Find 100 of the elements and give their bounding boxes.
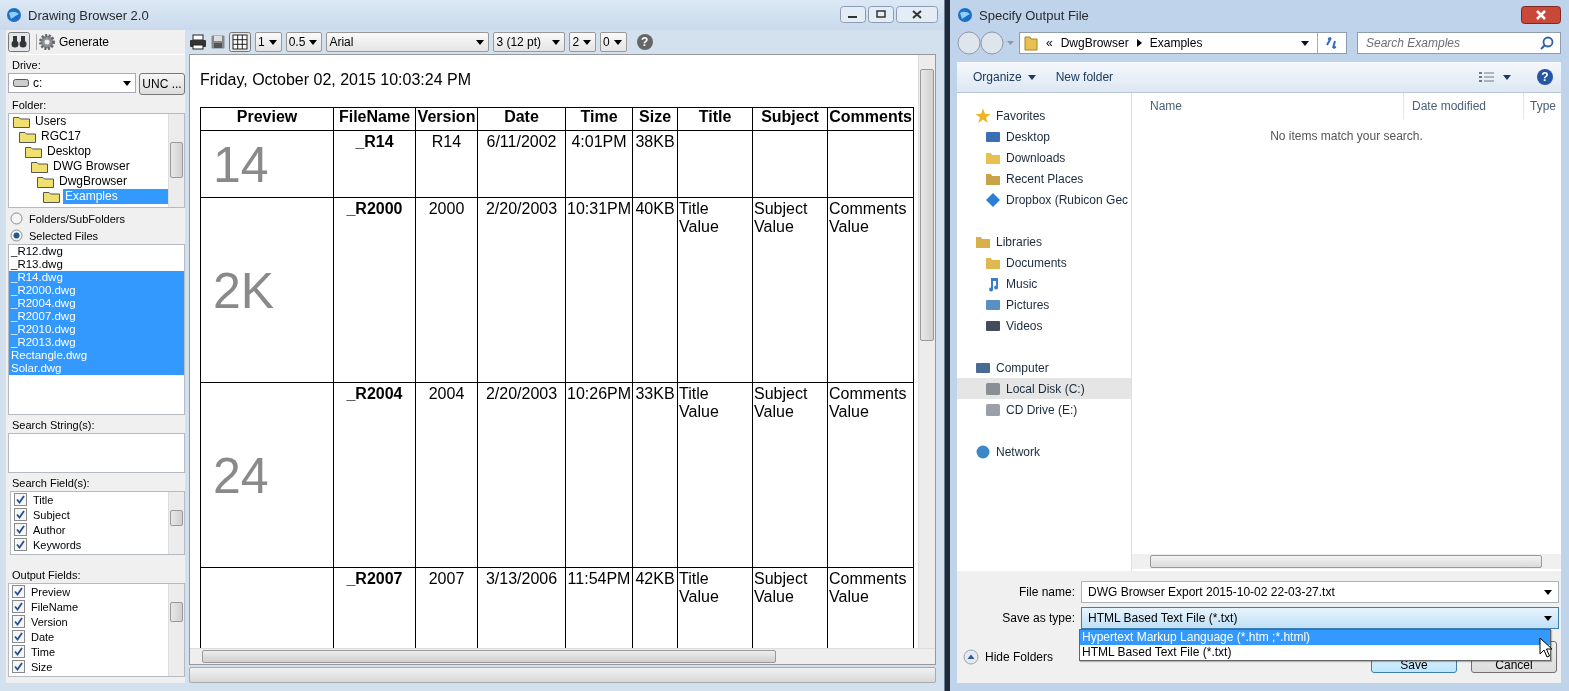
scrollbar[interactable] <box>918 55 935 648</box>
checkbox-label: Version <box>31 615 68 628</box>
nav-item[interactable]: Downloads <box>957 147 1131 168</box>
file-type-dropdown[interactable]: HTML Based Text File (*.txt) <box>1081 607 1559 629</box>
radio-button[interactable] <box>10 212 23 225</box>
table-cell: Title Value <box>679 570 719 605</box>
search-field[interactable] <box>8 433 185 473</box>
radio-button[interactable] <box>10 229 23 242</box>
toolbar-dropdown[interactable]: 1 <box>255 32 282 52</box>
toolbar-dropdown[interactable]: 0 <box>600 32 627 52</box>
caret-icon <box>476 39 485 45</box>
new-folder-button[interactable]: New folder <box>1049 70 1120 84</box>
view-list-icon[interactable] <box>1479 71 1495 83</box>
caret-icon[interactable] <box>1503 74 1511 80</box>
checkbox[interactable] <box>12 645 25 658</box>
table-cell: Subject Value <box>754 200 808 235</box>
caret-icon <box>1027 74 1036 80</box>
toolbar-dropdown[interactable]: 2 <box>569 32 597 52</box>
caret-icon[interactable] <box>1301 40 1309 46</box>
nav-item[interactable]: Dropbox (Rubicon Gec <box>957 189 1131 210</box>
organize-menu[interactable]: Organize <box>967 70 1042 84</box>
column-header: Time <box>565 107 633 131</box>
checkbox[interactable] <box>12 615 25 628</box>
hide-folders-button[interactable]: Hide Folders <box>957 648 1060 666</box>
table-cell: 10:31PM <box>567 200 632 217</box>
table-cell: 2000 <box>428 200 465 217</box>
close-icon[interactable] <box>1521 6 1561 24</box>
drive-dropdown[interactable]: c: <box>8 73 136 93</box>
breadcrumb-item[interactable]: DwgBrowser <box>1060 36 1129 50</box>
checkbox[interactable] <box>12 630 25 643</box>
folder-icon <box>31 160 49 173</box>
file-name-field[interactable]: DWG Browser Export 2015-10-02 22-03-27.txt <box>1081 581 1559 603</box>
printer-icon[interactable] <box>189 34 207 50</box>
breadcrumb-item[interactable]: Examples <box>1149 36 1203 50</box>
checkbox-label: Date <box>31 630 55 643</box>
folder-item[interactable]: Desktop <box>45 144 168 159</box>
save-icon[interactable] <box>211 34 225 50</box>
checkbox[interactable] <box>12 660 25 673</box>
search-box[interactable]: Search Examples <box>1357 32 1561 54</box>
caret-icon <box>123 80 131 86</box>
checkbox[interactable] <box>14 523 27 536</box>
radio-label: Selected Files <box>29 229 99 242</box>
toolbar-dropdown[interactable]: 3 (12 pt) <box>493 32 566 52</box>
unc-button[interactable]: UNC ... <box>139 73 185 95</box>
restore-icon[interactable] <box>868 6 894 23</box>
overflow-chevron[interactable]: « <box>1046 36 1053 50</box>
checkbox-label: Size <box>31 660 53 673</box>
table-cell: Title Value <box>679 200 719 235</box>
nav-item[interactable]: Music <box>957 273 1131 294</box>
generate-button[interactable]: Generate <box>36 34 112 50</box>
address-bar[interactable]: « DwgBrowser Examples <box>1019 32 1347 54</box>
column-header[interactable]: Type <box>1524 93 1556 119</box>
toolbar-dropdown[interactable]: Arial <box>326 32 490 52</box>
caret-icon <box>552 39 561 45</box>
caret-icon <box>1544 615 1552 621</box>
table-cell: 42KB <box>635 570 675 587</box>
table-cell: Subject Value <box>754 385 808 420</box>
minimize-icon[interactable] <box>840 6 866 23</box>
nav-item[interactable]: CD Drive (E:) <box>957 399 1131 420</box>
checkbox[interactable] <box>14 538 27 551</box>
grid-icon[interactable] <box>229 32 251 52</box>
preview-text: 24 <box>213 448 269 504</box>
scrollbar[interactable] <box>168 114 184 207</box>
nav-group-label[interactable]: Favorites <box>996 108 1046 123</box>
folder-icon <box>1024 35 1038 51</box>
folder-item[interactable]: DWG Browser <box>51 159 168 174</box>
file-item[interactable]: _R12.dwg <box>9 245 184 258</box>
folder-item[interactable]: RGC17 <box>39 129 168 144</box>
nav-group-label[interactable]: Libraries <box>996 234 1043 249</box>
scrollbar[interactable] <box>1132 554 1561 569</box>
table-cell: 3/13/2006 <box>485 570 558 587</box>
help-button[interactable]: ? <box>1537 69 1553 85</box>
column-header[interactable]: Name <box>1132 93 1404 119</box>
nav-item[interactable]: Pictures <box>957 294 1131 315</box>
checkbox[interactable] <box>12 585 25 598</box>
nav-group-label[interactable]: Computer <box>996 360 1049 375</box>
scrollbar[interactable] <box>168 584 184 676</box>
nav-item[interactable]: Videos <box>957 315 1131 336</box>
checkbox[interactable] <box>12 600 25 613</box>
folder-item[interactable]: DwgBrowser <box>57 174 168 189</box>
checkbox[interactable] <box>14 508 27 521</box>
nav-group-label[interactable]: Network <box>996 444 1040 459</box>
column-header[interactable]: Date modified <box>1404 93 1524 119</box>
nav-item[interactable]: Desktop <box>957 126 1131 147</box>
file-item[interactable]: _R13.dwg <box>9 258 184 271</box>
column-header: Size <box>632 107 678 131</box>
nav-item[interactable]: Recent Places <box>957 168 1131 189</box>
help-button[interactable]: ? <box>636 34 653 50</box>
column-header: Comments <box>827 107 914 131</box>
column-header: Title <box>677 107 753 131</box>
toolbar-dropdown[interactable]: 0.5 <box>285 32 323 52</box>
scrollbar[interactable] <box>168 492 184 554</box>
checkbox[interactable] <box>14 493 27 506</box>
nav-item[interactable]: Documents <box>957 252 1131 273</box>
folder-item[interactable]: Users <box>33 114 168 129</box>
checkbox-label: Keywords <box>33 538 82 551</box>
nav-item[interactable]: Local Disk (C:) <box>957 378 1131 399</box>
close-icon[interactable] <box>896 6 938 23</box>
binoculars-icon[interactable] <box>8 32 30 52</box>
scrollbar[interactable] <box>190 648 935 664</box>
